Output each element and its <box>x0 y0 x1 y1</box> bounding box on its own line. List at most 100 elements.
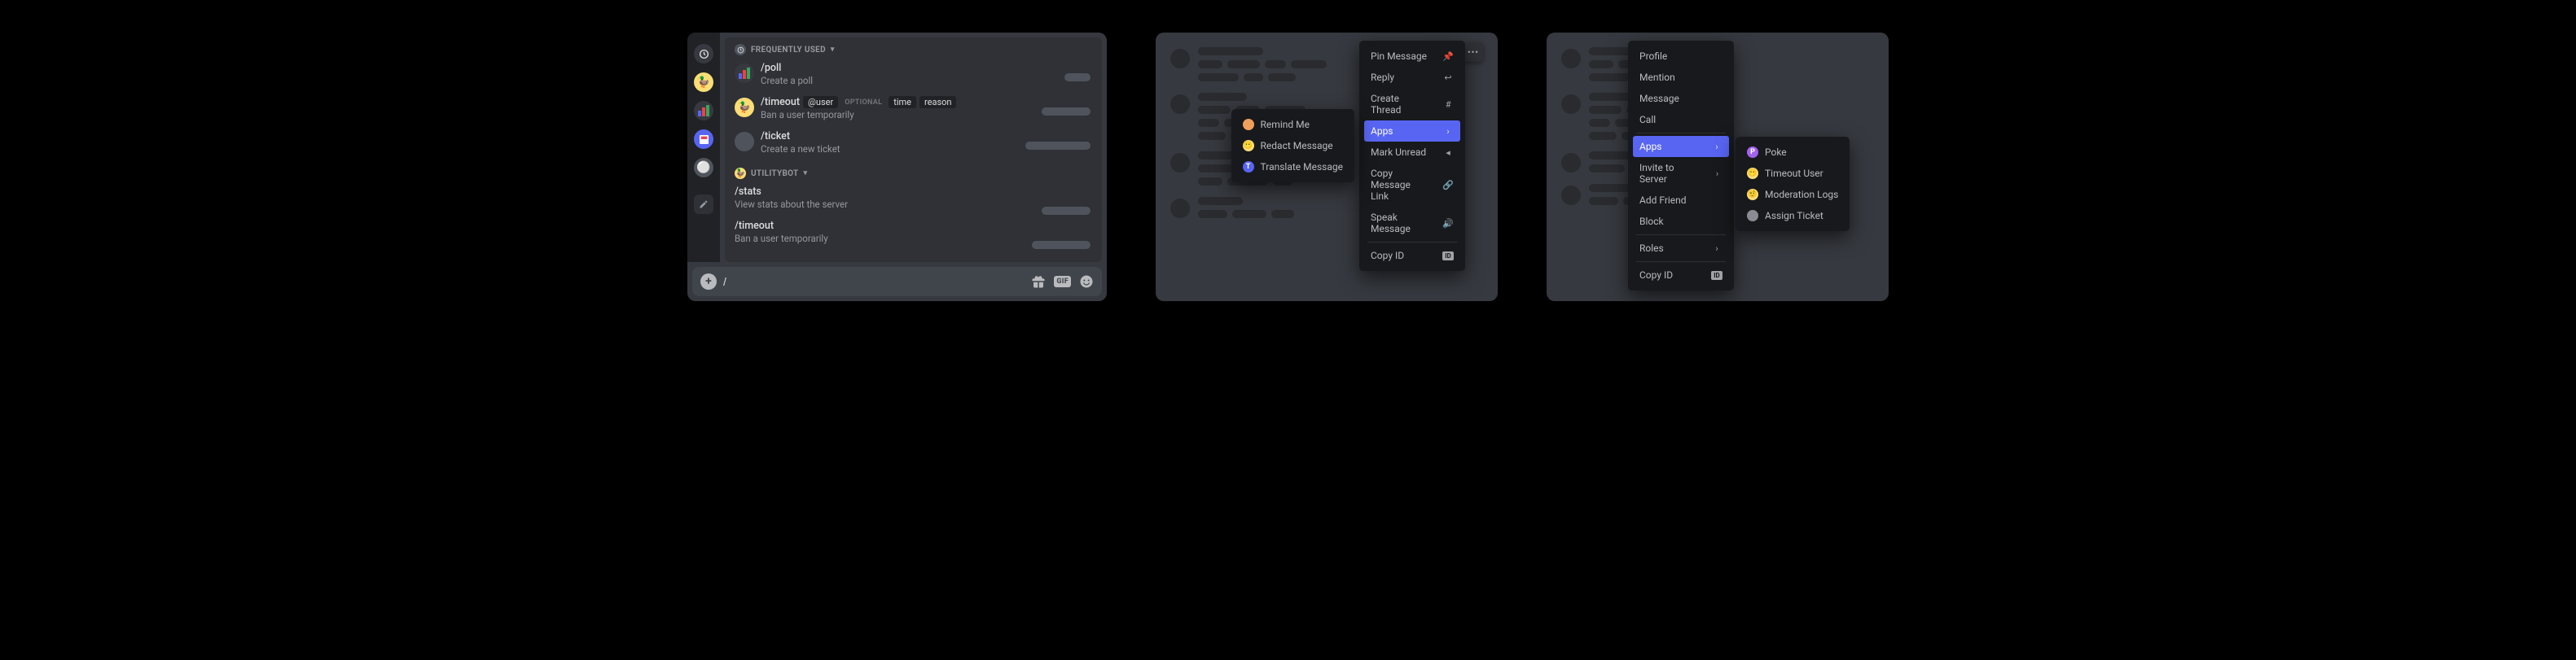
skeleton-line <box>1589 60 1613 68</box>
app-icon: 🤨 <box>1747 189 1758 200</box>
placeholder-line <box>1025 142 1091 150</box>
clock-icon[interactable] <box>694 44 713 63</box>
menu-create-thread[interactable]: Create Thread # <box>1364 88 1460 120</box>
clock-icon <box>735 44 746 55</box>
command-name: /ticket <box>761 130 840 142</box>
menu-label: Profile <box>1639 50 1667 62</box>
message-input-bar: + GIF <box>692 267 1102 296</box>
chevron-right-icon: › <box>1711 243 1722 254</box>
skeleton-line <box>1268 73 1296 81</box>
menu-apps[interactable]: Apps › <box>1364 120 1460 142</box>
menu-label: Speak Message <box>1371 212 1429 234</box>
menu-mention[interactable]: Mention <box>1633 67 1729 88</box>
emoji-icon[interactable] <box>1079 274 1094 289</box>
app-moderation-logs[interactable]: 🤨 Moderation Logs <box>1740 184 1845 205</box>
skeleton-line <box>1589 164 1625 173</box>
app-icon <box>1747 210 1758 221</box>
menu-apps[interactable]: Apps › <box>1633 136 1729 157</box>
command-name: /timeout <box>735 220 828 232</box>
pencil-icon[interactable] <box>694 195 713 214</box>
command-desc: Ban a user temporarily <box>735 233 828 244</box>
more-icon[interactable]: ⋯ <box>1466 45 1481 59</box>
app-remind-me[interactable]: Remind Me <box>1236 114 1349 135</box>
skeleton-line <box>1198 47 1263 55</box>
placeholder-line <box>1032 241 1091 249</box>
command-desc: Create a poll <box>761 75 813 86</box>
skeleton-line <box>1265 60 1286 68</box>
app-timeout-user[interactable]: 😶 Timeout User <box>1740 163 1845 184</box>
menu-label: Block <box>1639 216 1664 227</box>
chevron-down-icon: ▾ <box>831 46 835 54</box>
menu-add-friend[interactable]: Add Friend <box>1633 190 1729 211</box>
skeleton-line <box>1589 106 1622 114</box>
chevron-right-icon: › <box>1712 168 1722 179</box>
menu-copy-id[interactable]: Copy ID ID <box>1364 245 1460 266</box>
menu-invite[interactable]: Invite to Server › <box>1633 157 1729 190</box>
pin-icon: 📌 <box>1442 51 1454 62</box>
message-input[interactable] <box>723 275 1025 288</box>
command-desc: View stats about the server <box>735 199 848 210</box>
optional-label: OPTIONAL <box>841 98 885 107</box>
menu-label: Message <box>1639 93 1679 104</box>
menu-separator <box>1367 242 1457 243</box>
server-icon-app[interactable] <box>694 129 713 149</box>
menu-speak[interactable]: Speak Message 🔊 <box>1364 207 1460 239</box>
id-icon: ID <box>1442 251 1454 260</box>
menu-label: Copy ID <box>1371 250 1404 261</box>
menu-label: Add Friend <box>1639 195 1687 206</box>
gift-icon[interactable] <box>1031 274 1046 289</box>
menu-call[interactable]: Call <box>1633 109 1729 130</box>
section-frequently-used[interactable]: FREQUENTLY USED ▾ <box>725 37 1102 59</box>
skeleton-line <box>1232 210 1266 218</box>
menu-message[interactable]: Message <box>1633 88 1729 109</box>
skeleton-line <box>1589 184 1634 192</box>
app-icon: P <box>1747 146 1758 158</box>
app-icon: T <box>1243 161 1254 173</box>
skeleton-avatar <box>1170 153 1190 173</box>
gif-button[interactable]: GIF <box>1054 276 1071 287</box>
skeleton-avatar <box>1561 94 1581 114</box>
server-icon-duck[interactable]: 🦆 <box>694 72 713 92</box>
menu-reply[interactable]: Reply ↩ <box>1364 67 1460 88</box>
user-context-panel: Profile Mention Message Call Apps › Invi… <box>1547 33 1889 301</box>
command-desc: Create a new ticket <box>761 143 840 155</box>
menu-label: Mark Unread <box>1371 146 1426 158</box>
skeleton-line <box>1198 132 1226 140</box>
section-label: UTILITYBOT <box>751 169 799 178</box>
menu-pin-message[interactable]: Pin Message 📌 <box>1364 46 1460 67</box>
command-poll[interactable]: /poll Create a poll <box>725 59 1102 93</box>
app-poke[interactable]: P Poke <box>1740 142 1845 163</box>
add-attachment-button[interactable]: + <box>700 273 717 290</box>
menu-label: Apps <box>1639 141 1662 152</box>
menu-block[interactable]: Block <box>1633 211 1729 232</box>
app-label: Remind Me <box>1261 119 1310 130</box>
server-icon-bars[interactable] <box>694 101 713 120</box>
server-icon-ball[interactable]: ⚪ <box>694 158 713 177</box>
skeleton-avatar <box>1561 153 1581 173</box>
app-assign-ticket[interactable]: Assign Ticket <box>1740 205 1845 226</box>
menu-copy-id[interactable]: Copy ID ID <box>1633 264 1729 286</box>
app-label: Poke <box>1765 146 1787 158</box>
menu-profile[interactable]: Profile <box>1633 46 1729 67</box>
app-redact-message[interactable]: 😶 Redact Message <box>1236 135 1349 156</box>
app-icon: 😶 <box>1747 168 1758 179</box>
command-name: /stats <box>735 186 848 198</box>
thread-icon: # <box>1442 99 1454 110</box>
app-translate-message[interactable]: T Translate Message <box>1236 156 1349 177</box>
menu-copy-link[interactable]: Copy Message Link 🔗 <box>1364 163 1460 207</box>
user-context-menu: Profile Mention Message Call Apps › Invi… <box>1628 41 1734 291</box>
menu-label: Roles <box>1639 243 1664 254</box>
command-name: /timeout <box>761 96 800 108</box>
skeleton-line <box>1198 197 1243 205</box>
command-popup: FREQUENTLY USED ▾ /poll Create a poll 🦆 … <box>725 37 1102 262</box>
skeleton-line <box>1198 93 1247 101</box>
section-utilitybot[interactable]: 🦆 UTILITYBOT ▾ <box>725 161 1102 182</box>
skeleton-line <box>1198 60 1222 68</box>
menu-label: Call <box>1639 114 1656 125</box>
skeleton-line <box>1198 106 1231 114</box>
unread-icon: ◂ <box>1442 147 1454 158</box>
menu-roles[interactable]: Roles › <box>1633 238 1729 259</box>
menu-mark-unread[interactable]: Mark Unread ◂ <box>1364 142 1460 163</box>
placeholder-line <box>1064 73 1091 81</box>
app-label: Moderation Logs <box>1765 189 1838 200</box>
